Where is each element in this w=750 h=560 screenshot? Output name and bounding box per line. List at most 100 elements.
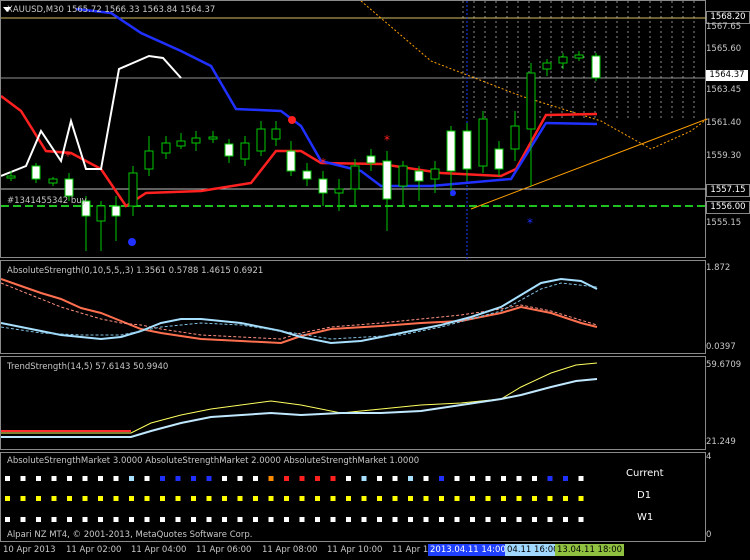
strength-dot-w1 (191, 517, 196, 522)
candle-body (462, 130, 472, 170)
strength-dot-d1 (485, 496, 491, 501)
price-box-bottom: 1556.00 (706, 201, 750, 214)
strength-dot-d1 (377, 496, 382, 501)
strength-dot-current (470, 476, 475, 481)
candle-body (161, 142, 171, 154)
strength-dot-d1 (423, 496, 429, 501)
strength-dot-w1 (532, 517, 537, 522)
price-tick-4: 1559.30 (706, 151, 742, 161)
price-box-mid: 1557.15 (706, 184, 750, 197)
blue-dot-marker (128, 238, 136, 246)
strength-dot-d1 (206, 496, 212, 501)
strength-market-pane[interactable]: AbsoluteStrengthMarket 3.0000 AbsoluteSt… (0, 452, 706, 542)
ind2-axis-bottom: 21.249 (706, 437, 736, 447)
candle-body (224, 143, 234, 157)
ind1-axis-bottom: 0.0397 (706, 342, 736, 352)
strength-dot-current (113, 476, 119, 481)
price-tick-7: 1555.15 (706, 218, 742, 228)
time-label-0: 10 Apr 2013 (3, 545, 56, 555)
candle-body (128, 172, 138, 207)
star-marker: * (320, 156, 326, 170)
time-label-4: 11 Apr 08:00 (262, 545, 318, 555)
candle-body (271, 128, 281, 140)
strength-dot-d1 (454, 496, 460, 501)
strength-dot-d1 (67, 496, 72, 501)
strength-dot-d1 (113, 496, 119, 501)
strength-dot-current (454, 476, 460, 481)
row-label-w1: W1 (637, 512, 654, 523)
candle-body (574, 54, 584, 59)
time-label-1: 11 Apr 02:00 (66, 545, 122, 555)
candle-body (6, 175, 16, 179)
strength-dot-w1 (423, 517, 429, 522)
strength-dot-w1 (284, 517, 289, 522)
strength-dot-current (346, 476, 351, 481)
absolute-strength-pane[interactable]: AbsoluteStrength(0,10,5,5,,3) 1.3561 0.5… (0, 260, 706, 354)
candle-body (144, 150, 154, 170)
strength-dot-w1 (113, 517, 119, 522)
strength-dot-current (408, 476, 413, 481)
strength-dot-d1 (175, 496, 181, 501)
strength-dot-current (51, 476, 57, 481)
strength-dot-w1 (439, 517, 444, 522)
strength-dot-d1 (191, 496, 196, 501)
strength-dot-current (423, 476, 429, 481)
strength-dot-current (501, 476, 506, 481)
candle-body (446, 130, 456, 172)
strength-dot-d1 (98, 496, 103, 501)
row-label-d1: D1 (637, 490, 652, 501)
ind3-axis-top: 4 (706, 452, 712, 462)
candle-body (414, 170, 424, 182)
strength-dot-w1 (330, 517, 336, 522)
ind2-axis-top: 59.6709 (706, 360, 742, 370)
strength-dot-current (268, 476, 274, 481)
strength-dot-w1 (315, 517, 320, 522)
strength-dot-d1 (144, 496, 150, 501)
strength-dot-d1 (408, 496, 413, 501)
strength-dot-w1 (346, 517, 351, 522)
strength-dot-w1 (82, 517, 88, 522)
candle-body (48, 178, 58, 184)
candle-body (350, 165, 360, 190)
strength-dot-w1 (501, 517, 506, 522)
candle-body (191, 137, 201, 144)
strength-dot-current (36, 476, 41, 481)
collapse-arrow-icon[interactable] (3, 7, 11, 12)
strength-dot-d1 (361, 496, 367, 501)
star-marker: * (384, 133, 390, 147)
strength-dot-d1 (36, 496, 41, 501)
strength-dot-current (222, 476, 227, 481)
strength-dot-d1 (51, 496, 57, 501)
candle-body (256, 128, 266, 152)
candle-body (286, 150, 296, 172)
trend-strength-pane[interactable]: TrendStrength(14,5) 57.6143 50.9940 (0, 356, 706, 450)
strength-dot-w1 (268, 517, 274, 522)
candle-body (542, 62, 552, 70)
red-dot-marker (288, 116, 296, 124)
strength-dot-w1 (51, 517, 57, 522)
candle-body (510, 125, 520, 150)
candle-body (478, 118, 488, 167)
strength-dot-current (82, 476, 88, 481)
strength-dot-w1 (485, 517, 491, 522)
candle-body (302, 170, 312, 180)
strength-dot-w1 (36, 517, 41, 522)
strength-dot-current (516, 476, 522, 481)
candle-body (398, 165, 408, 187)
strength-dot-current (361, 476, 367, 481)
candle-body (31, 165, 41, 180)
strength-dot-current (578, 476, 584, 481)
main-chart-pane[interactable]: * * * * XAUUSD,M30 1565.72 1566.33 1563.84 … (0, 0, 707, 259)
strength-dot-current (547, 476, 553, 481)
strength-dot-w1 (470, 517, 475, 522)
time-box-3: 13.04.11 18:00 (555, 544, 625, 556)
strength-dot-current (330, 476, 336, 481)
strength-dot-d1 (237, 496, 243, 501)
trend-line (470, 118, 707, 210)
strength-dot-current (439, 476, 444, 481)
strength-dot-d1 (20, 496, 26, 501)
price-chart[interactable]: * * * * (1, 1, 707, 259)
blue-envelope-line (75, 7, 598, 188)
candle-body (176, 140, 186, 147)
strength-dot-w1 (377, 517, 382, 522)
